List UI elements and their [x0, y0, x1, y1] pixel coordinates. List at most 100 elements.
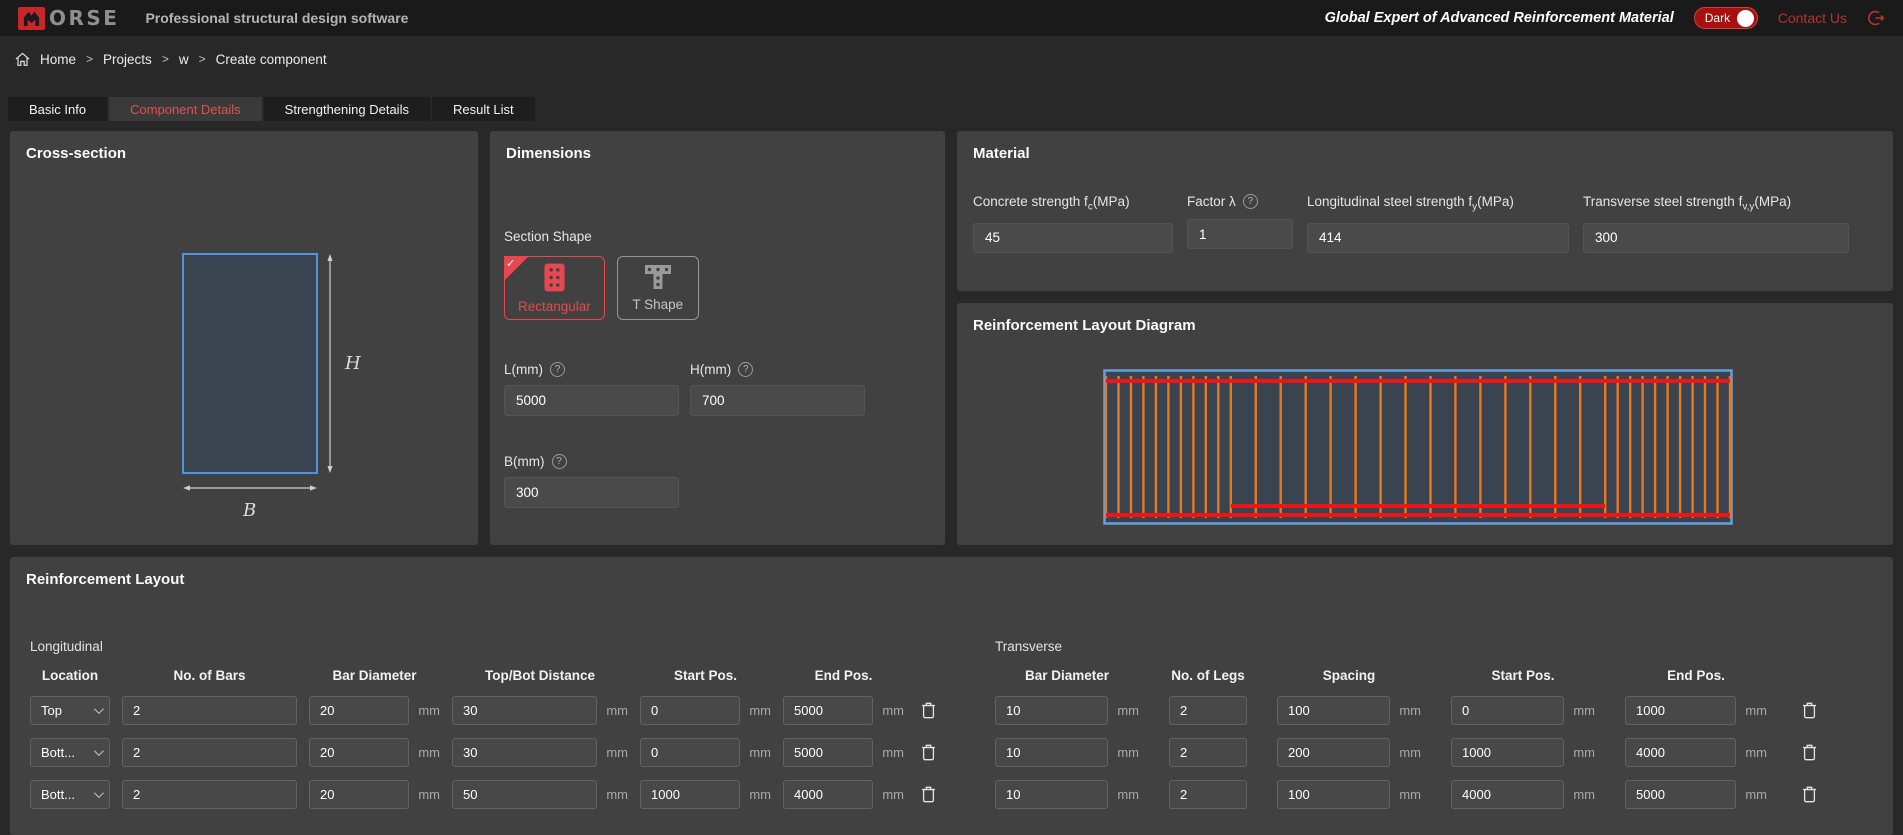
- concrete-strength-input[interactable]: [973, 223, 1173, 253]
- width-input[interactable]: [504, 477, 679, 508]
- breadcrumb-current: Create component: [216, 52, 327, 67]
- reinforcement-layout-panel: Reinforcement Layout Longitudinal Locati…: [10, 557, 1893, 835]
- end-pos-input[interactable]: [783, 738, 873, 767]
- unit-label: mm: [418, 745, 440, 760]
- col-bar-diameter: Bar Diameter: [309, 668, 440, 683]
- tab-bar: Basic Info Component Details Strengtheni…: [8, 97, 535, 121]
- end-pos-input[interactable]: [1625, 780, 1736, 809]
- transverse-row: mm mm mm mm: [995, 738, 1821, 767]
- spacing-input[interactable]: [1277, 780, 1390, 809]
- breadcrumb-home[interactable]: Home: [40, 52, 76, 67]
- delete-row-button[interactable]: [1797, 744, 1821, 761]
- unit-label: mm: [1399, 703, 1421, 718]
- contact-us-link[interactable]: Contact Us: [1778, 10, 1847, 26]
- end-pos-input[interactable]: [783, 696, 873, 725]
- rectangular-section-icon: [544, 263, 565, 292]
- no-of-bars-input[interactable]: [122, 696, 297, 725]
- unit-label: mm: [606, 787, 628, 802]
- bar-diameter-input[interactable]: [995, 780, 1108, 809]
- brand-slogan: Global Expert of Advanced Reinforcement …: [1325, 10, 1674, 26]
- tab-component-details[interactable]: Component Details: [109, 97, 262, 121]
- bar-diameter-input[interactable]: [995, 738, 1108, 767]
- unit-label: mm: [1117, 703, 1139, 718]
- tab-result-list[interactable]: Result List: [432, 97, 535, 121]
- end-pos-input[interactable]: [1625, 696, 1736, 725]
- no-of-legs-input[interactable]: [1169, 780, 1247, 809]
- location-select[interactable]: Top: [30, 696, 110, 725]
- bar-diameter-input[interactable]: [995, 696, 1108, 725]
- shape-card-rectangular[interactable]: ✓ Rectangular: [504, 256, 605, 320]
- longitudinal-steel-strength-input[interactable]: [1307, 223, 1569, 253]
- start-pos-input[interactable]: [1451, 738, 1564, 767]
- unit-label: mm: [1573, 703, 1595, 718]
- help-icon[interactable]: ?: [552, 454, 567, 469]
- chevron-down-icon: [94, 788, 104, 798]
- end-pos-input[interactable]: [1625, 738, 1736, 767]
- length-input[interactable]: [504, 385, 679, 416]
- col-spacing: Spacing: [1277, 668, 1421, 683]
- h-dimension-label: H: [344, 353, 361, 374]
- delete-row-button[interactable]: [1797, 786, 1821, 803]
- height-input[interactable]: [690, 385, 865, 416]
- no-of-bars-input[interactable]: [122, 738, 297, 767]
- horse-logo-icon: [18, 7, 45, 30]
- transverse-steel-strength-input[interactable]: [1583, 223, 1849, 253]
- longitudinal-row: Bott... mm mm mm mm: [30, 738, 940, 767]
- longitudinal-label: Longitudinal: [30, 639, 940, 654]
- start-pos-input[interactable]: [640, 696, 740, 725]
- transverse-header-row: Bar Diameter No. of Legs Spacing Start P…: [995, 668, 1821, 683]
- col-top-bot-distance: Top/Bot Distance: [452, 668, 628, 683]
- top-bot-distance-input[interactable]: [452, 780, 597, 809]
- unit-label: mm: [1745, 745, 1767, 760]
- col-no-of-bars: No. of Bars: [122, 668, 297, 683]
- end-pos-input[interactable]: [783, 780, 873, 809]
- delete-row-button[interactable]: [916, 744, 940, 761]
- factor-lambda-label: Factor λ: [1187, 194, 1236, 209]
- selected-check-icon: ✓: [504, 256, 529, 281]
- location-select[interactable]: Bott...: [30, 738, 110, 767]
- dimensions-title: Dimensions: [490, 131, 945, 162]
- start-pos-input[interactable]: [1451, 780, 1564, 809]
- bar-diameter-input[interactable]: [309, 780, 409, 809]
- start-pos-input[interactable]: [1451, 696, 1564, 725]
- beam-diagram-svg: [1103, 369, 1733, 525]
- no-of-legs-input[interactable]: [1169, 738, 1247, 767]
- start-pos-input[interactable]: [640, 738, 740, 767]
- breadcrumb-project-name[interactable]: w: [179, 52, 189, 67]
- breadcrumb-separator: >: [162, 52, 169, 66]
- tab-strengthening-details[interactable]: Strengthening Details: [264, 97, 430, 121]
- help-icon[interactable]: ?: [738, 362, 753, 377]
- top-bot-distance-input[interactable]: [452, 738, 597, 767]
- theme-toggle[interactable]: Dark: [1694, 7, 1758, 29]
- shape-card-t-shape[interactable]: T Shape: [617, 256, 699, 320]
- no-of-bars-input[interactable]: [122, 780, 297, 809]
- section-shape-label: Section Shape: [504, 229, 945, 244]
- bar-diameter-input[interactable]: [309, 738, 409, 767]
- home-icon[interactable]: [15, 52, 30, 67]
- factor-lambda-input[interactable]: [1187, 219, 1293, 249]
- col-location: Location: [30, 668, 110, 683]
- delete-row-button[interactable]: [916, 702, 940, 719]
- unit-label: mm: [1117, 787, 1139, 802]
- spacing-input[interactable]: [1277, 738, 1390, 767]
- breadcrumb-projects[interactable]: Projects: [103, 52, 152, 67]
- top-bot-distance-input[interactable]: [452, 696, 597, 725]
- tab-basic-info[interactable]: Basic Info: [8, 97, 107, 121]
- location-select[interactable]: Bott...: [30, 780, 110, 809]
- help-icon[interactable]: ?: [1243, 194, 1258, 209]
- unit-label: mm: [1399, 745, 1421, 760]
- spacing-input[interactable]: [1277, 696, 1390, 725]
- col-start-pos: Start Pos.: [1451, 668, 1595, 683]
- delete-row-button[interactable]: [1797, 702, 1821, 719]
- bar-diameter-input[interactable]: [309, 696, 409, 725]
- toggle-knob-icon: [1737, 10, 1754, 27]
- unit-label: mm: [1399, 787, 1421, 802]
- start-pos-input[interactable]: [640, 780, 740, 809]
- help-icon[interactable]: ?: [550, 362, 565, 377]
- cross-section-title: Cross-section: [10, 131, 478, 162]
- cross-section-panel: Cross-section H B: [10, 131, 478, 545]
- logout-icon[interactable]: [1867, 9, 1885, 27]
- delete-row-button[interactable]: [916, 786, 940, 803]
- no-of-legs-input[interactable]: [1169, 696, 1247, 725]
- unit-label: mm: [1745, 703, 1767, 718]
